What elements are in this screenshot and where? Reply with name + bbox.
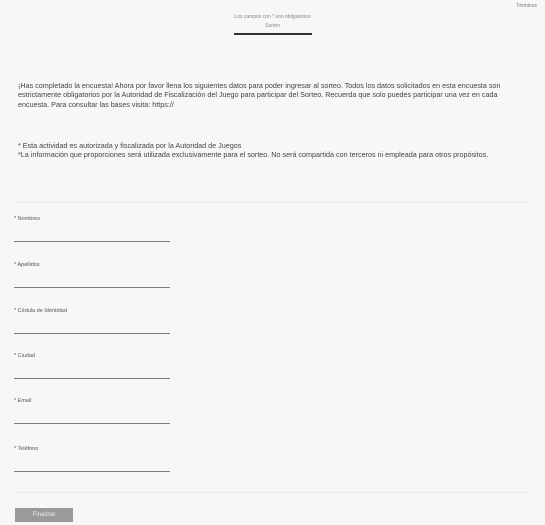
last-name-label: * Apellidos [14, 262, 40, 268]
required-fields-note: Los campos con * son obligatorios [234, 14, 311, 20]
phone-label: * Teléfono [14, 446, 39, 452]
intro-paragraph: ¡Has completado la encuesta! Ahora por f… [18, 81, 501, 109]
id-number-field: * Cédula de Identidad [14, 308, 172, 334]
first-name-field: * Nombres [14, 216, 172, 242]
email-input[interactable] [14, 414, 170, 424]
finish-button[interactable]: Finalizar [15, 508, 73, 522]
form-bottom-divider [14, 492, 531, 493]
legal-note-authorization: * Esta actividad es autorizada y fiscali… [18, 141, 242, 150]
legal-note-privacy: *La información que proporciones será ut… [18, 150, 489, 160]
email-field: * Email [14, 398, 172, 424]
header-underline [233, 33, 312, 35]
id-number-label: * Cédula de Identidad [14, 308, 67, 314]
form-header: Los campos con * son obligatorios Sorteo [0, 14, 545, 35]
city-label: * Ciudad [14, 353, 36, 359]
email-label: * Email [14, 398, 32, 404]
city-input[interactable] [14, 369, 170, 379]
last-name-field: * Apellidos [14, 262, 172, 288]
first-name-input[interactable] [14, 232, 170, 242]
phone-field: * Teléfono [14, 446, 172, 472]
phone-input[interactable] [14, 462, 170, 472]
top-right-link[interactable]: Términos [516, 3, 537, 9]
legal-notes: * Esta actividad es autorizada y fiscali… [18, 141, 528, 160]
id-number-input[interactable] [14, 324, 170, 334]
first-name-label: * Nombres [14, 216, 40, 222]
section-divider [14, 202, 531, 203]
last-name-input[interactable] [14, 278, 170, 288]
survey-section-label: Sorteo [265, 23, 280, 29]
city-field: * Ciudad [14, 353, 172, 379]
